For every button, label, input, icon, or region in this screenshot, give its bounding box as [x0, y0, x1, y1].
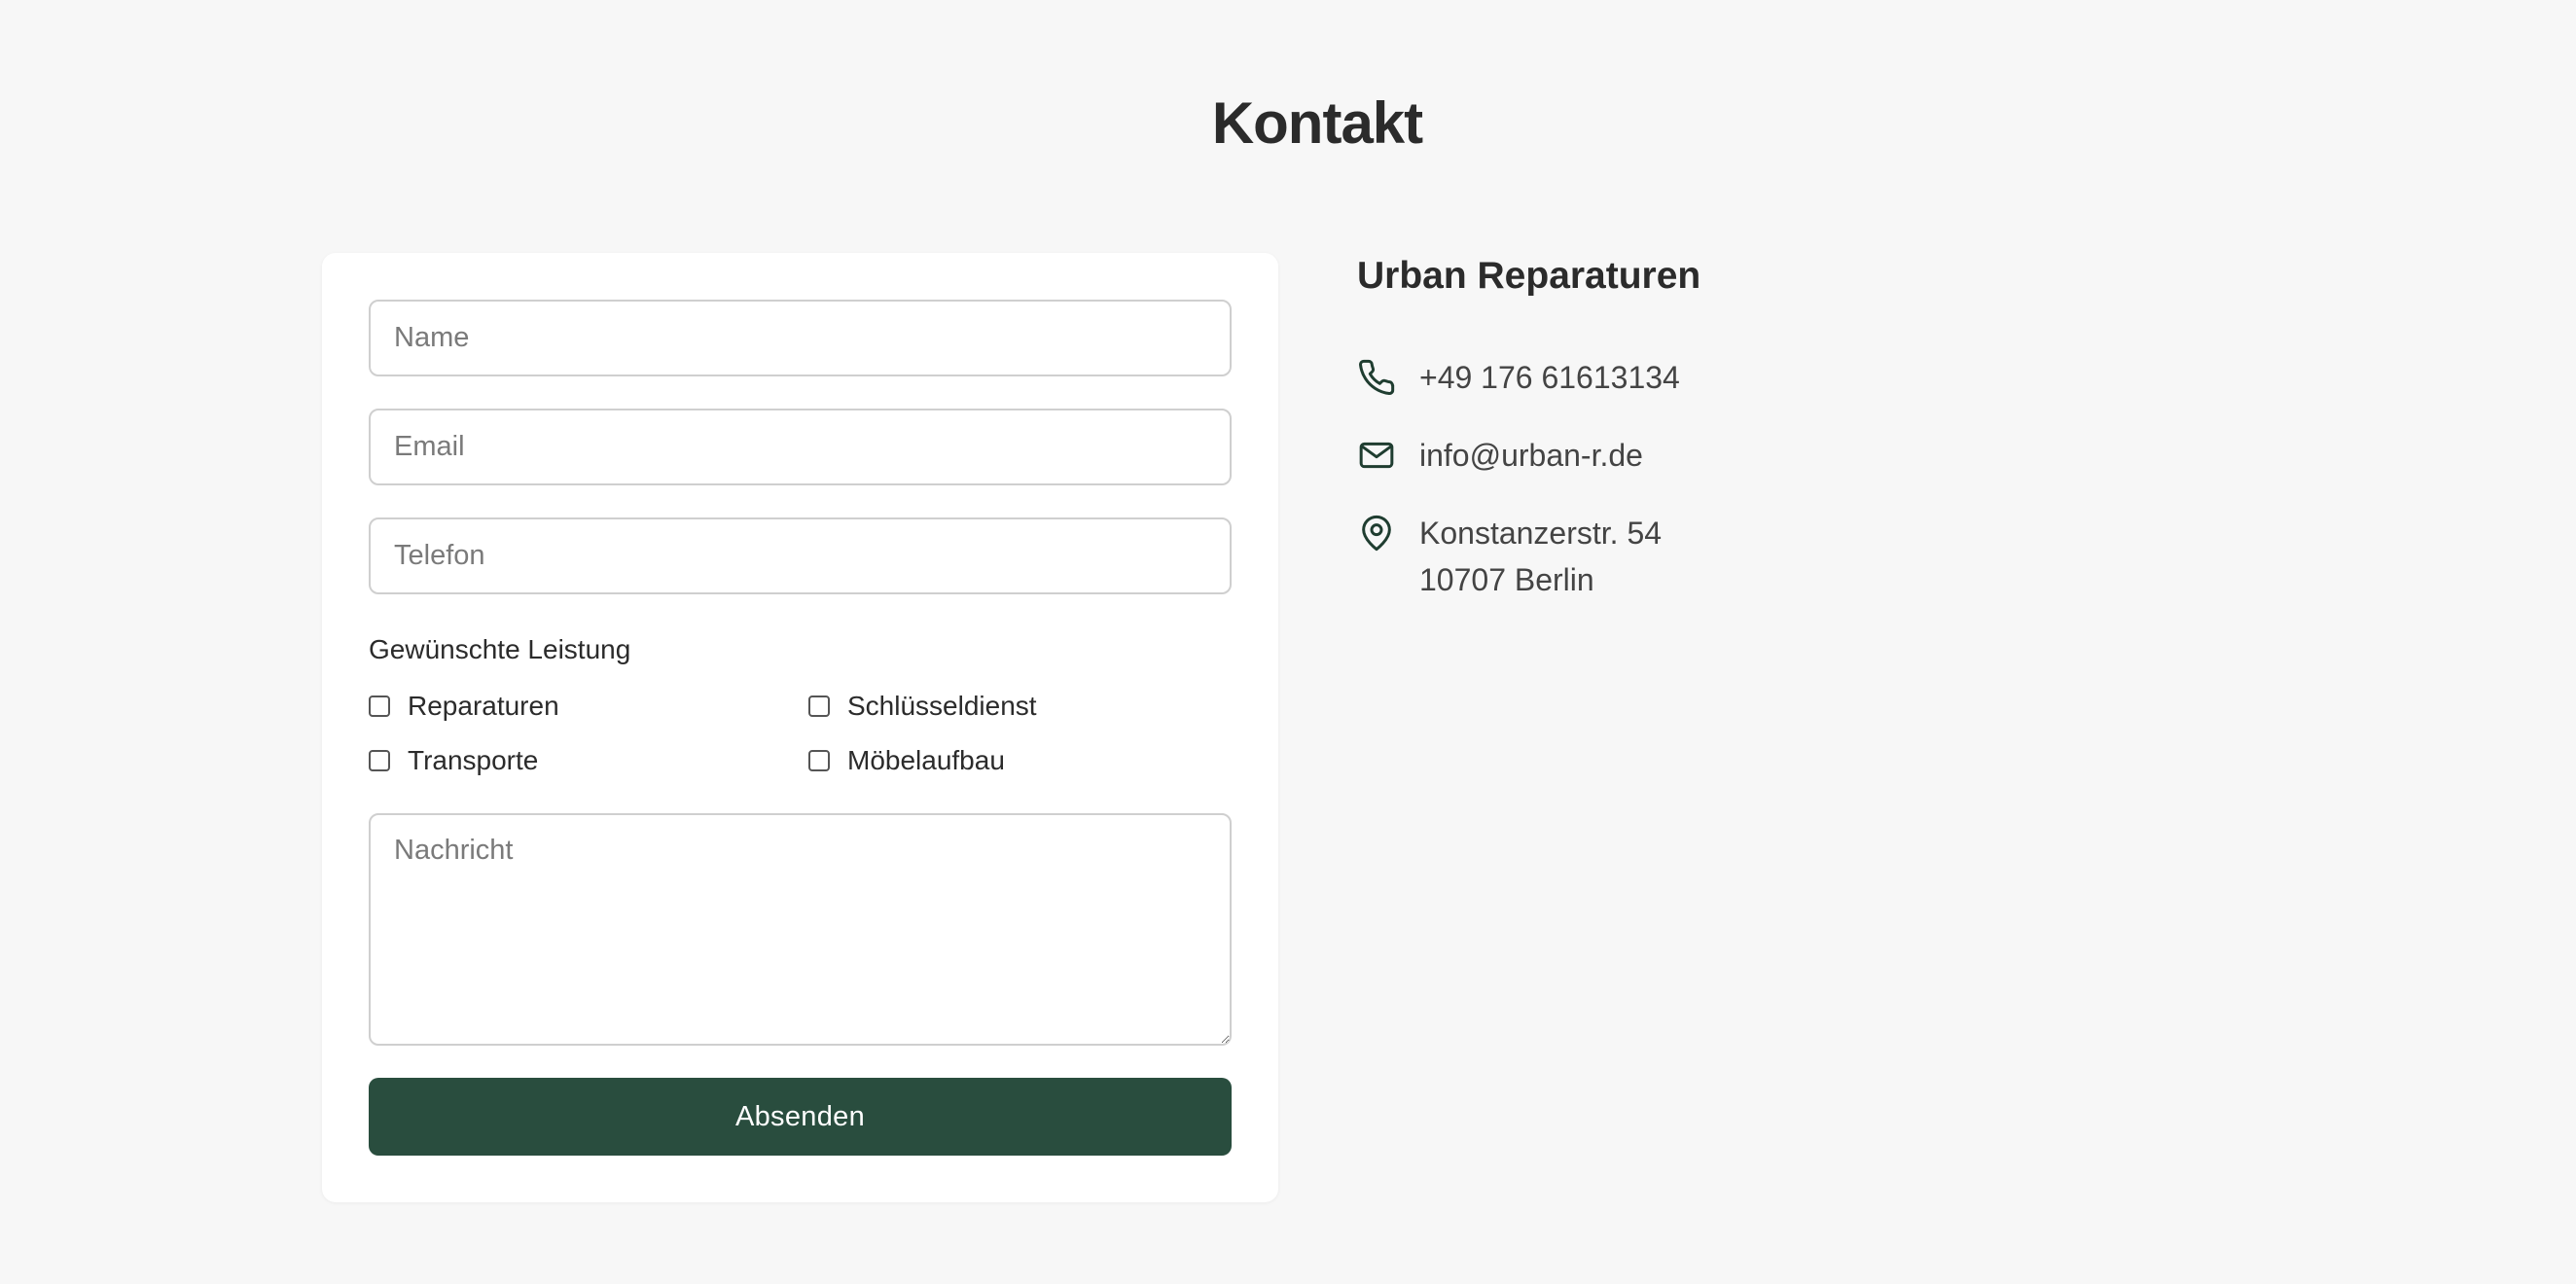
message-textarea[interactable]	[369, 813, 1232, 1046]
phone-icon	[1357, 354, 1396, 409]
email-row: info@urban-r.de	[1357, 432, 1643, 486]
service-option-transporte[interactable]: Transporte	[369, 745, 538, 776]
name-input[interactable]	[369, 300, 1232, 376]
email-address[interactable]: info@urban-r.de	[1419, 432, 1643, 479]
phone-row: +49 176 61613134	[1357, 354, 1680, 409]
page-title: Kontakt	[1211, 90, 1423, 156]
service-option-schluesseldienst[interactable]: Schlüsseldienst	[808, 691, 1037, 722]
checkbox-moebelaufbau[interactable]	[808, 750, 830, 771]
service-option-reparaturen[interactable]: Reparaturen	[369, 691, 559, 722]
phone-input[interactable]	[369, 517, 1232, 594]
contact-form: Gewünschte Leistung Reparaturen Schlüsse…	[322, 253, 1278, 1202]
checkbox-label: Transporte	[408, 745, 539, 775]
checkbox-label: Möbelaufbau	[847, 745, 1005, 775]
map-pin-icon	[1357, 510, 1396, 564]
checkbox-schluesseldienst[interactable]	[808, 696, 830, 717]
checkbox-transporte[interactable]	[369, 750, 390, 771]
submit-button[interactable]: Absenden	[369, 1078, 1232, 1156]
email-input[interactable]	[369, 409, 1232, 485]
address-text: Konstanzerstr. 54 10707 Berlin	[1419, 510, 1662, 603]
mail-icon	[1357, 432, 1396, 486]
company-name: Urban Reparaturen	[1357, 255, 1701, 297]
phone-number[interactable]: +49 176 61613134	[1419, 354, 1680, 401]
service-option-moebelaufbau[interactable]: Möbelaufbau	[808, 745, 1005, 776]
address-line-2: 10707 Berlin	[1419, 562, 1594, 597]
address-line-1: Konstanzerstr. 54	[1419, 516, 1663, 551]
checkbox-label: Reparaturen	[408, 691, 559, 721]
address-row: Konstanzerstr. 54 10707 Berlin	[1357, 510, 1662, 603]
checkbox-label: Schlüsseldienst	[847, 691, 1037, 721]
services-label: Gewünschte Leistung	[369, 634, 631, 664]
checkbox-reparaturen[interactable]	[369, 696, 390, 717]
